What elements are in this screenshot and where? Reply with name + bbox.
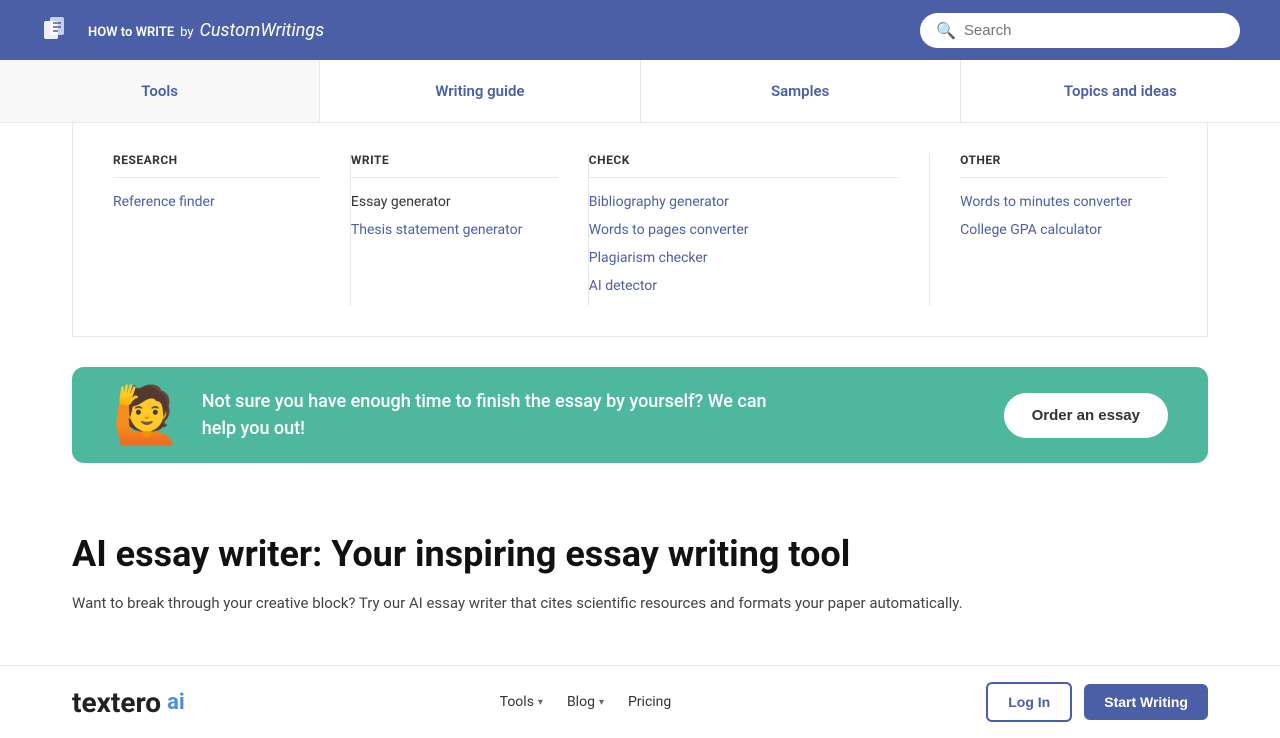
logo-howtowrite: HOW to WRITE	[88, 25, 174, 41]
bottom-nav-tools[interactable]: Tools ▾	[500, 694, 543, 710]
blog-chevron-icon: ▾	[599, 697, 604, 708]
page-title: AI essay writer: Your inspiring essay wr…	[72, 533, 1208, 575]
login-button[interactable]: Log In	[986, 682, 1072, 722]
nav-item-topics[interactable]: Topics and ideas	[961, 60, 1280, 122]
bottom-buttons: Log In Start Writing	[986, 682, 1208, 722]
logo-area: HOW to WRITE by CustomWritings	[40, 10, 324, 50]
main-nav: Tools Writing guide Samples Topics and i…	[0, 60, 1280, 123]
promo-banner: 🙋 Not sure you have enough time to finis…	[72, 367, 1208, 463]
nav-item-samples[interactable]: Samples	[641, 60, 961, 122]
dropdown-check: CHECK Bibliography generator Words to pa…	[589, 153, 930, 306]
write-header: WRITE	[351, 153, 558, 178]
bottom-nav-pricing[interactable]: Pricing	[628, 694, 671, 710]
bibliography-generator-link[interactable]: Bibliography generator	[589, 194, 899, 210]
search-bar[interactable]: 🔍	[920, 13, 1240, 48]
words-to-minutes-link[interactable]: Words to minutes converter	[960, 194, 1167, 210]
college-gpa-link[interactable]: College GPA calculator	[960, 222, 1167, 238]
ai-detector-link[interactable]: AI detector	[589, 278, 899, 294]
reference-finder-link[interactable]: Reference finder	[113, 194, 320, 210]
page-description: Want to break through your creative bloc…	[72, 591, 972, 615]
bottom-bar: textero ai Tools ▾ Blog ▾ Pricing Log In…	[0, 665, 1280, 738]
main-content: AI essay writer: Your inspiring essay wr…	[0, 493, 1280, 635]
research-header: RESEARCH	[113, 153, 320, 178]
order-essay-button[interactable]: Order an essay	[1004, 393, 1168, 438]
bottom-nav-blog[interactable]: Blog ▾	[567, 694, 604, 710]
logo-text-block: HOW to WRITE by CustomWritings	[88, 20, 324, 41]
bottom-logo-ai: ai	[167, 690, 185, 715]
essay-generator-text: Essay generator	[351, 194, 558, 210]
start-writing-button[interactable]: Start Writing	[1084, 684, 1208, 720]
dropdown-write: WRITE Essay generator Thesis statement g…	[351, 153, 589, 306]
nav-item-tools[interactable]: Tools	[0, 60, 320, 122]
bottom-nav: Tools ▾ Blog ▾ Pricing	[500, 694, 672, 710]
bottom-logo-text: textero	[72, 686, 161, 719]
logo-brand: CustomWritings	[200, 20, 325, 41]
check-header: CHECK	[589, 153, 899, 178]
banner-emoji: 🙋	[112, 387, 182, 443]
banner-text: Not sure you have enough time to finish …	[202, 388, 782, 442]
logo-icon	[40, 10, 80, 50]
tools-chevron-icon: ▾	[538, 697, 543, 708]
thesis-generator-link[interactable]: Thesis statement generator	[351, 222, 558, 238]
other-header: OTHER	[960, 153, 1167, 178]
search-icon: 🔍	[936, 21, 956, 40]
search-input[interactable]	[964, 22, 1224, 39]
logo-by: by	[180, 25, 193, 40]
words-to-pages-link[interactable]: Words to pages converter	[589, 222, 899, 238]
plagiarism-checker-link[interactable]: Plagiarism checker	[589, 250, 899, 266]
banner-left: 🙋 Not sure you have enough time to finis…	[112, 387, 782, 443]
dropdown-panel: RESEARCH Reference finder WRITE Essay ge…	[72, 123, 1208, 337]
dropdown-research: RESEARCH Reference finder	[113, 153, 351, 306]
bottom-logo: textero ai	[72, 686, 185, 719]
nav-item-writing-guide[interactable]: Writing guide	[320, 60, 640, 122]
header: HOW to WRITE by CustomWritings 🔍	[0, 0, 1280, 60]
dropdown-other: OTHER Words to minutes converter College…	[930, 153, 1167, 306]
